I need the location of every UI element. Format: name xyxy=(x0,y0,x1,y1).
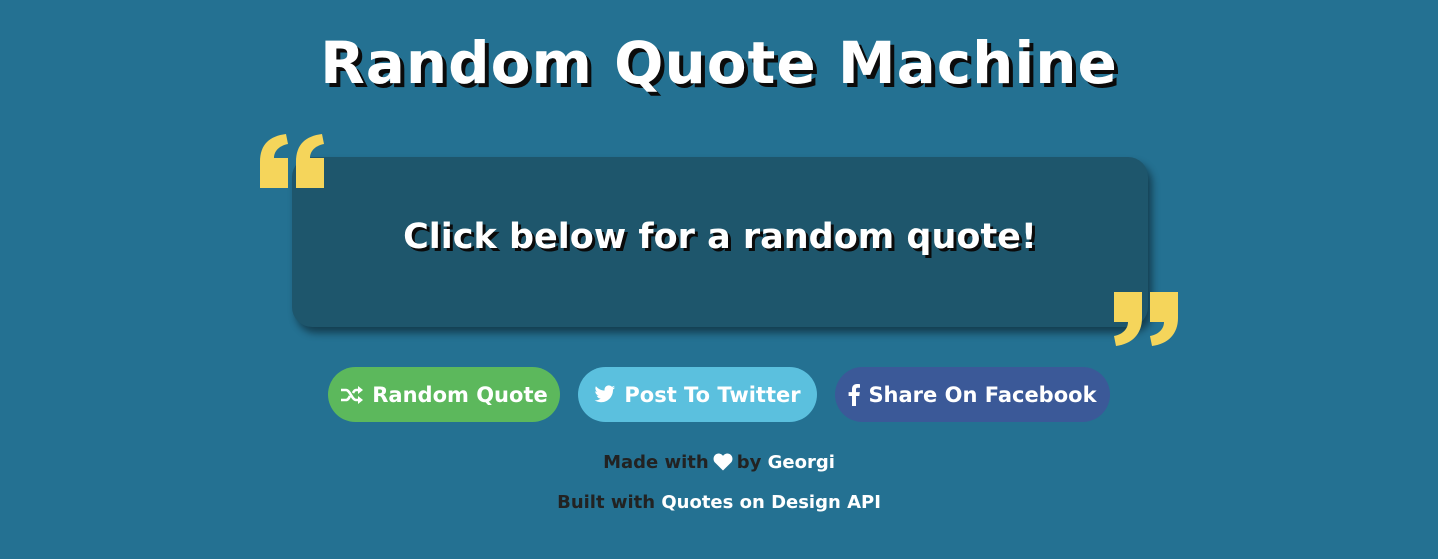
post-to-twitter-button[interactable]: Post To Twitter xyxy=(578,367,817,422)
author-link[interactable]: Georgi xyxy=(768,452,835,473)
share-on-facebook-label: Share On Facebook xyxy=(868,382,1097,407)
random-quote-label: Random Quote xyxy=(372,382,548,407)
heart-icon xyxy=(713,453,733,478)
share-on-facebook-button[interactable]: Share On Facebook xyxy=(835,367,1110,422)
shuffle-icon xyxy=(340,385,364,405)
quote-box: Click below for a random quote! xyxy=(292,157,1148,327)
by-text: by xyxy=(736,452,762,473)
built-with-text: Built with xyxy=(557,492,656,513)
twitter-icon xyxy=(594,385,616,404)
facebook-icon xyxy=(848,383,861,406)
post-to-twitter-label: Post To Twitter xyxy=(624,382,801,407)
page-title: Random Quote Machine xyxy=(320,29,1118,97)
open-quote-icon xyxy=(258,132,328,196)
made-with-credit: Made with by Georgi xyxy=(0,451,1438,478)
random-quote-button[interactable]: Random Quote xyxy=(328,367,560,422)
quote-text: Click below for a random quote! xyxy=(403,217,1037,257)
api-link[interactable]: Quotes on Design API xyxy=(661,492,881,513)
made-with-text: Made with xyxy=(603,452,709,473)
built-with-credit: Built with Quotes on Design API xyxy=(0,491,1438,515)
close-quote-icon xyxy=(1112,290,1182,352)
page: Random Quote Machine Click below for a r… xyxy=(0,0,1438,559)
